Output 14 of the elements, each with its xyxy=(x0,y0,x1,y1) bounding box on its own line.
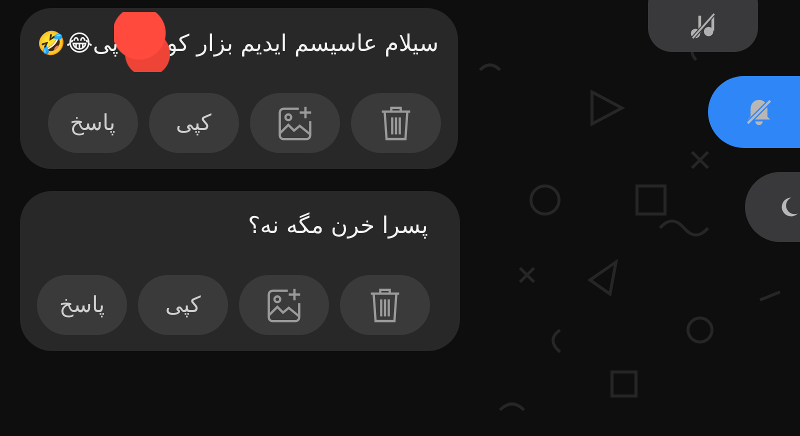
image-add-icon xyxy=(265,286,303,324)
message-text: پی😂🤣 xyxy=(37,30,118,57)
action-button[interactable]: کپی xyxy=(138,275,228,335)
message-text: پسرا خرن مگه نه؟ xyxy=(248,213,428,239)
action-button[interactable]: پاسخ xyxy=(48,93,138,153)
action-button[interactable]: کپی xyxy=(148,93,239,153)
moon-toggle[interactable] xyxy=(745,172,800,242)
action-button[interactable]: پاسخ xyxy=(37,275,127,335)
bell-off-icon xyxy=(744,97,774,127)
bell-off-toggle[interactable] xyxy=(708,76,800,148)
music-off-icon xyxy=(689,12,717,40)
trash-icon xyxy=(368,286,402,324)
music-off-toggle[interactable] xyxy=(648,0,758,52)
image-add-icon xyxy=(276,104,314,142)
